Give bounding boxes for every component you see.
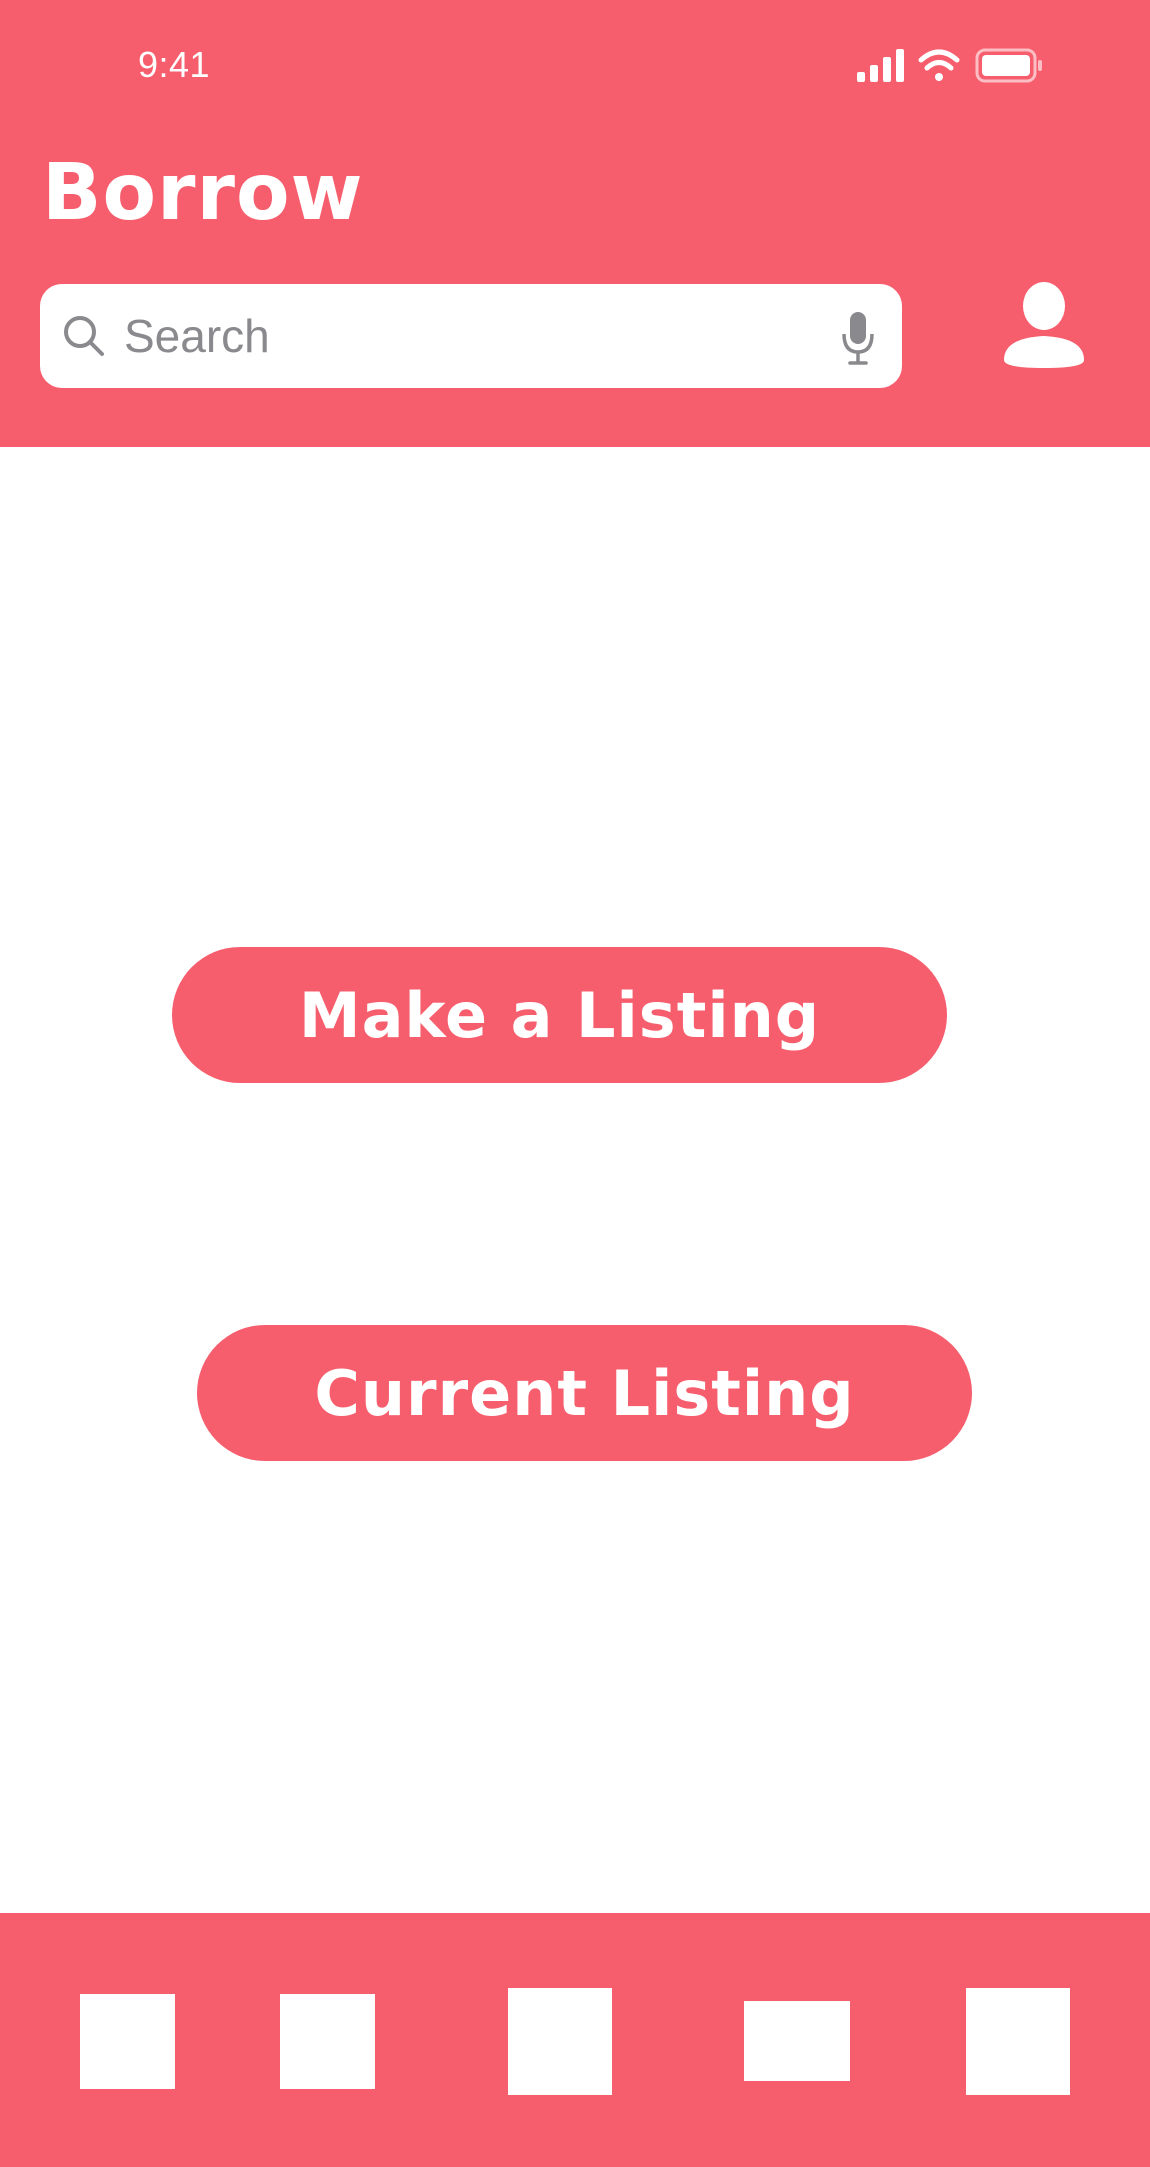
tab-item-1[interactable] bbox=[80, 1994, 175, 2089]
search-bar[interactable] bbox=[40, 284, 902, 388]
page-title: Borrow bbox=[42, 148, 364, 238]
profile-icon[interactable] bbox=[1000, 280, 1088, 370]
tab-item-3[interactable] bbox=[508, 1988, 612, 2095]
tab-bar bbox=[0, 1913, 1150, 2167]
status-bar-icons bbox=[857, 48, 1042, 83]
tab-item-5[interactable] bbox=[966, 1988, 1070, 2095]
search-icon bbox=[64, 316, 104, 356]
search-input[interactable] bbox=[124, 284, 844, 388]
status-time: 9:41 bbox=[138, 44, 211, 85]
tab-item-2[interactable] bbox=[280, 1994, 375, 2089]
wifi-icon bbox=[918, 49, 960, 81]
mic-icon[interactable] bbox=[840, 310, 876, 366]
make-listing-button[interactable]: Make a Listing bbox=[172, 947, 947, 1083]
current-listing-button[interactable]: Current Listing bbox=[197, 1325, 972, 1461]
battery-icon bbox=[975, 48, 1042, 83]
cellular-signal-icon bbox=[857, 49, 904, 82]
tab-item-4[interactable] bbox=[744, 2001, 850, 2081]
app-header: 9:41 Borrow bbox=[0, 0, 1150, 447]
